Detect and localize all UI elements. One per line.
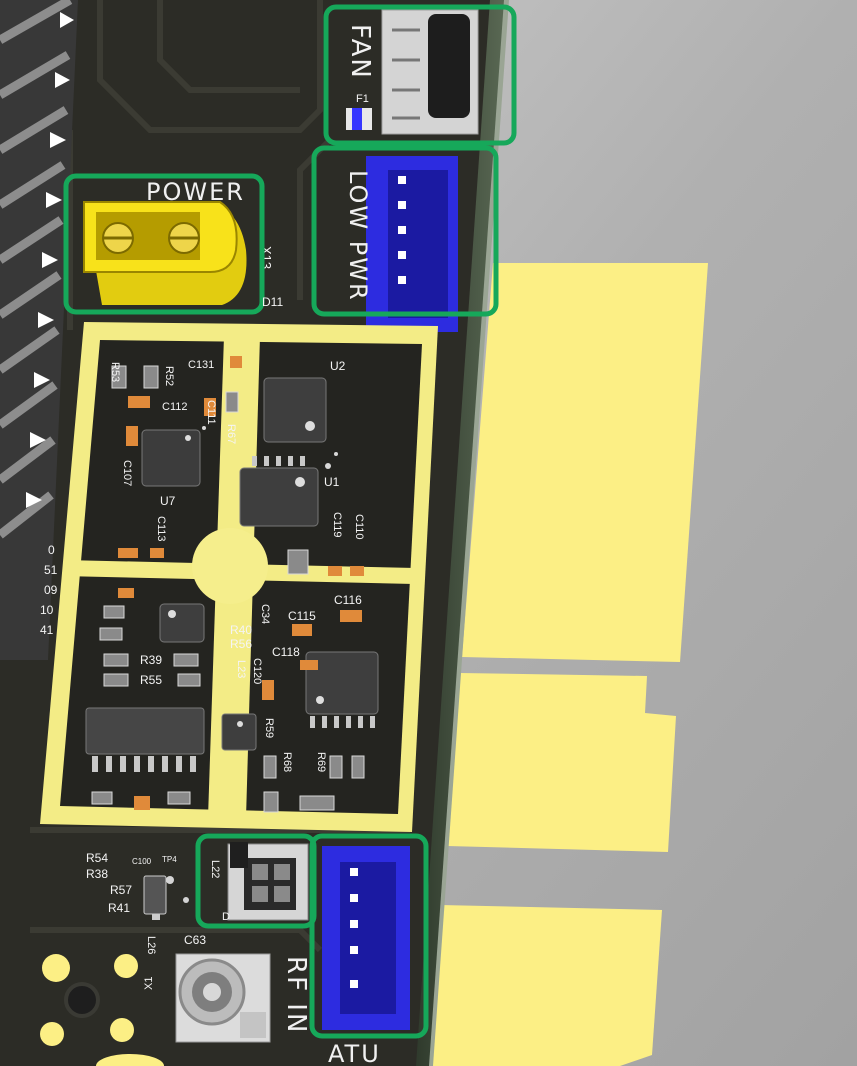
svg-text:R40: R40 <box>230 623 252 637</box>
svg-text:R41: R41 <box>108 901 130 915</box>
svg-text:C115: C115 <box>288 609 316 623</box>
svg-text:R38: R38 <box>86 867 108 881</box>
svg-text:09: 09 <box>44 583 58 597</box>
svg-text:U1: U1 <box>324 475 340 489</box>
rf-in-label: RF IN <box>281 956 311 1034</box>
atu-label: ATU <box>328 1040 381 1066</box>
svg-text:C100: C100 <box>132 857 152 866</box>
svg-text:D: D <box>222 911 230 923</box>
svg-text:51: 51 <box>44 563 58 577</box>
svg-text:C63: C63 <box>184 933 206 947</box>
fan-connector: FAN F1 <box>345 9 479 135</box>
svg-text:R55: R55 <box>140 673 162 687</box>
svg-text:10: 10 <box>40 603 54 617</box>
svg-text:R39: R39 <box>140 653 162 667</box>
svg-text:C110: C110 <box>353 514 365 539</box>
shield-can <box>40 322 438 832</box>
svg-text:C119: C119 <box>331 512 343 537</box>
svg-text:R52: R52 <box>163 366 175 386</box>
svg-text:41: 41 <box>40 623 54 637</box>
svg-text:C131: C131 <box>188 359 214 371</box>
svg-text:L22: L22 <box>209 860 221 878</box>
svg-text:R54: R54 <box>86 851 108 865</box>
svg-text:C107: C107 <box>121 460 133 486</box>
svg-text:R68: R68 <box>281 752 293 772</box>
svg-text:TP4: TP4 <box>162 855 177 864</box>
svg-text:R53: R53 <box>109 362 121 382</box>
low-pwr-label: LOW PWR <box>344 170 372 302</box>
svg-text:C120: C120 <box>251 658 263 684</box>
atu-connector <box>322 846 410 1030</box>
svg-text:U2: U2 <box>330 359 346 373</box>
fan-label: FAN <box>345 24 375 80</box>
svg-text:C111: C111 <box>205 400 217 425</box>
svg-text:R67: R67 <box>225 424 237 444</box>
svg-text:L23: L23 <box>235 660 247 678</box>
svg-text:X1: X1 <box>143 977 155 990</box>
svg-text:U7: U7 <box>160 494 176 508</box>
svg-text:C112: C112 <box>162 401 187 413</box>
svg-text:C34: C34 <box>259 604 271 624</box>
pcb-3d-view: 0 51 09 10 41 FAN F1 LOW PWR POWER X13 D… <box>0 0 857 1066</box>
svg-text:C118: C118 <box>272 645 300 659</box>
fan-fuse-label: F1 <box>356 93 369 105</box>
d11-label: D11 <box>262 295 283 309</box>
svg-text:C116: C116 <box>334 593 362 607</box>
svg-text:C113: C113 <box>155 516 167 541</box>
svg-text:R56: R56 <box>230 637 252 651</box>
svg-text:L26: L26 <box>145 936 157 954</box>
svg-text:R59: R59 <box>263 718 275 738</box>
svg-text:0: 0 <box>48 543 55 557</box>
svg-text:R69: R69 <box>315 752 327 772</box>
svg-text:R57: R57 <box>110 883 132 897</box>
